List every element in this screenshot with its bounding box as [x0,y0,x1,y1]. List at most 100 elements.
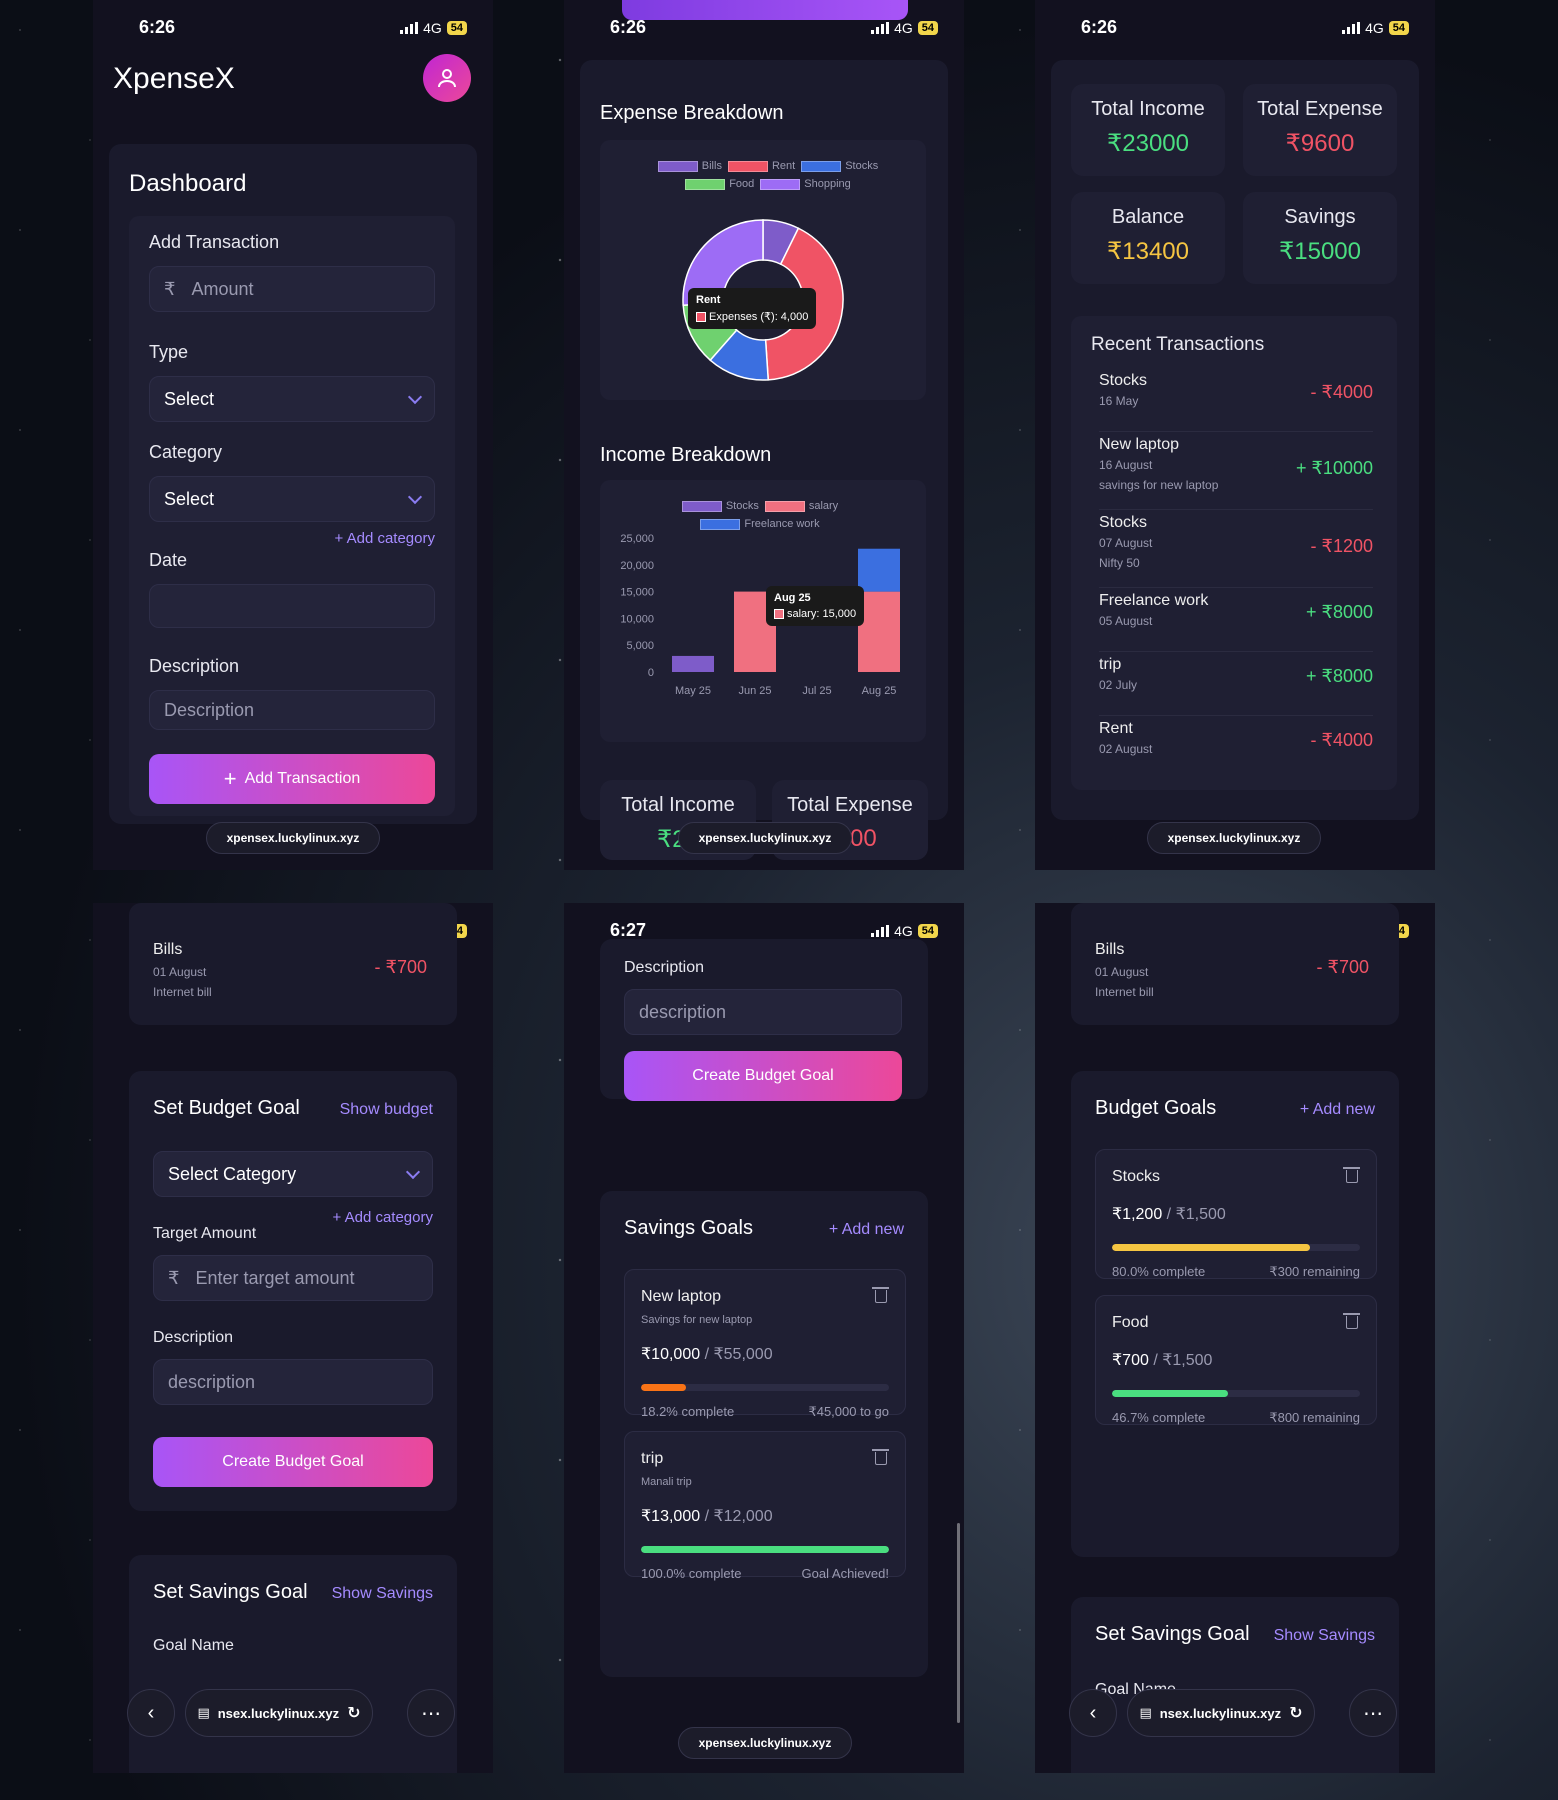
set-savings-card: Set Savings Goal Show Savings Goal Name [1071,1597,1399,1773]
screen-budget-goals: 6:26 4G54 Bills 01 August Internet bill … [1035,903,1435,1773]
screen-charts: 6:26 4G 54 Expense Breakdown Bills Rent Sto… [564,0,964,870]
x-tick-label: Jul 25 [802,685,831,697]
budget-description-input[interactable]: description [153,1359,433,1405]
screen-budget-form: 6:26 4G54 Bills 01 August Internet bill … [93,903,493,1773]
budget-description-input[interactable]: description [624,989,902,1035]
bar-freelance-work[interactable] [858,548,900,592]
y-tick-label: 0 [648,667,654,679]
y-tick-label: 20,000 [620,560,654,572]
transaction-row[interactable]: Freelance work 05 August + ₹8000 [1099,592,1373,652]
transaction-bills: Bills 01 August Internet bill - ₹700 [1095,941,1369,999]
signal-icon [400,22,419,34]
profile-button[interactable] [423,54,471,102]
trash-icon[interactable] [1343,1167,1360,1183]
trash-icon[interactable] [1343,1313,1360,1329]
expense-tooltip: Rent Expenses (₹): 4,000 [688,288,817,329]
progress-bar [641,1546,889,1553]
goal-item: Food ₹700 / ₹1,500 46.7% complete ₹800 rema… [1095,1295,1377,1425]
recent-transactions-panel: Recent Transactions Stocks 16 May - ₹4000 N… [1071,316,1397,790]
income-bar-chart: 25,000 20,000 15,000 10,000 5,000 0 May 25 Jun … [620,533,900,697]
description-input[interactable]: Description [149,690,435,730]
back-button[interactable]: ‹ [1069,1689,1117,1737]
create-budget-goal-button[interactable]: Create Budget Goal [624,1051,902,1101]
url-pill[interactable]: xpensex.luckylinux.xyz [678,822,852,854]
type-select[interactable]: Select [149,376,435,422]
target-amount-input[interactable]: ₹ Enter target amount [153,1255,433,1301]
back-button[interactable]: ‹ [127,1689,175,1737]
transaction-row[interactable]: Stocks 16 May - ₹4000 [1099,372,1373,432]
transaction-list: Stocks 16 May - ₹4000 New laptop 16 August sa… [1099,372,1373,778]
category-select[interactable]: Select [149,476,435,522]
chevron-down-icon [405,1164,421,1180]
x-tick-label: May 25 [675,685,711,697]
browser-bottom-bar: ‹ ▤ nsex.luckylinux.xyz ↻ ⋯ [127,1689,457,1737]
add-category-link[interactable]: + Add category [333,1209,434,1226]
add-category-link[interactable]: + Add category [335,530,436,547]
more-button[interactable]: ⋯ [407,1689,455,1737]
add-savings-goal-link[interactable]: + Add new [829,1221,904,1239]
add-transaction-button[interactable]: + Add Transaction [149,754,435,804]
transaction-row[interactable]: New laptop 16 August savings for new lapto… [1099,436,1373,510]
user-icon [438,69,456,88]
progress-fill [641,1546,889,1553]
browser-bottom-bar: ‹ ▤ nsex.luckylinux.xyz ↻ ⋯ [1069,1689,1399,1737]
scrollbar[interactable] [957,1523,960,1723]
battery-icon: 54 [1388,21,1409,35]
expense-pie-chart [682,219,844,381]
goal-item: New laptop Savings for new laptop ₹10,000 … [624,1269,906,1419]
budget-goals-card: Budget Goals + Add new Stocks ₹1,200 / ₹1… [1071,1071,1399,1557]
y-tick-label: 10,000 [620,613,654,625]
total-expense-card: Total Expense ₹9600 [1243,84,1397,176]
url-pill[interactable]: xpensex.luckylinux.xyz [678,1727,852,1759]
transaction-row[interactable]: Rent 02 August - ₹4000 [1099,720,1373,778]
tabs-icon: ▤ [197,1705,210,1720]
address-bar[interactable]: ▤ nsex.luckylinux.xyz ↻ [1127,1689,1315,1737]
progress-fill [1112,1390,1228,1397]
transaction-bills: Bills 01 August Internet bill - ₹700 [153,941,427,999]
progress-fill [1112,1244,1311,1251]
trash-icon[interactable] [872,1449,889,1465]
chevron-down-icon [407,389,423,405]
income-tooltip: Aug 25 salary: 15,000 [766,586,865,626]
date-input[interactable] [149,584,435,628]
y-tick-label: 5,000 [626,640,654,652]
total-income-card: Total Income ₹23000 [1071,84,1225,176]
progress-bar [1112,1244,1360,1251]
income-breakdown-title: Income Breakdown [600,444,772,466]
charts-card: Expense Breakdown Bills Rent Stocks Food Sho… [580,60,948,860]
progress-bar [641,1384,889,1391]
show-savings-link[interactable]: Show Savings [332,1585,433,1603]
goal-item: Stocks ₹1,200 / ₹1,500 80.0% complete ₹300 … [1095,1149,1377,1279]
bar-salary[interactable] [858,591,900,672]
add-budget-goal-link[interactable]: + Add new [1300,1101,1375,1119]
trash-icon[interactable] [872,1287,889,1303]
status-bar: 6:26 4G54 [564,14,964,40]
progress-bar [1112,1390,1360,1397]
create-budget-goal-button[interactable]: Create Budget Goal [153,1437,433,1487]
add-transaction-panel: Add Transaction ₹ Amount Type Select Cate… [129,216,455,816]
page-title: Dashboard [129,170,247,197]
plus-icon: + [223,766,237,791]
status-bar: 6:26 4G54 [93,14,493,40]
screen-summary: 6:26 4G 54 Total Income ₹23000 Total Expen… [1035,0,1435,870]
balance-card: Balance ₹13400 [1071,192,1225,284]
signal-icon [871,925,890,937]
signal-icon [1342,22,1361,34]
summary-card: Total Income ₹23000 Total Expense ₹9600 Ba… [1051,60,1419,820]
goal-item: trip Manali trip ₹13,000 / ₹12,000 100.0% c… [624,1431,906,1581]
battery-icon: 54 [917,21,938,35]
transaction-row[interactable]: Stocks 07 August Nifty 50- ₹1200 [1099,514,1373,588]
more-button[interactable]: ⋯ [1349,1689,1397,1737]
show-savings-link[interactable]: Show Savings [1274,1627,1375,1645]
budget-category-select[interactable]: Select Category [153,1151,433,1197]
show-budget-link[interactable]: Show budget [340,1101,433,1119]
app-logo: XpenseX [113,62,235,95]
bar-stocks[interactable] [672,655,714,672]
transaction-row[interactable]: trip 02 July + ₹8000 [1099,656,1373,716]
amount-input[interactable]: ₹ Amount [149,266,435,312]
url-pill[interactable]: xpensex.luckylinux.xyz [1147,822,1321,854]
url-pill[interactable]: xpensex.luckylinux.xyz [206,822,380,854]
savings-card: Savings ₹15000 [1243,192,1397,284]
address-bar[interactable]: ▤ nsex.luckylinux.xyz ↻ [185,1689,373,1737]
status-bar: 6:26 4G54 [1035,14,1435,40]
